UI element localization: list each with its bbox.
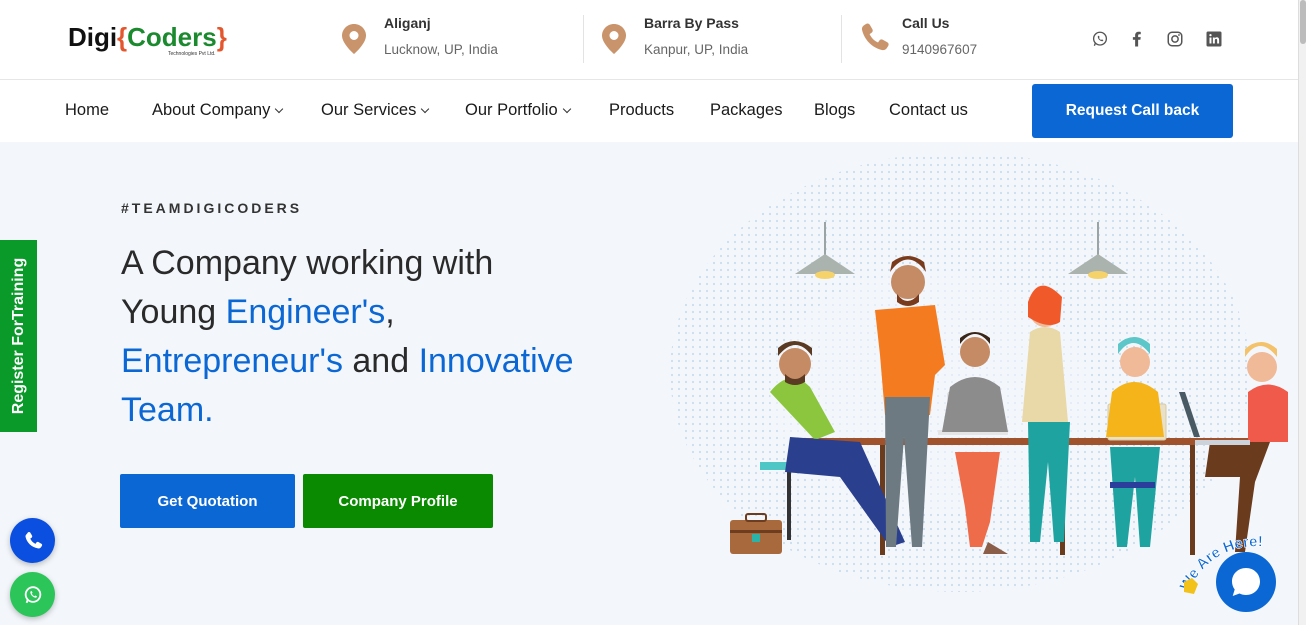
location-pin-icon bbox=[602, 24, 626, 54]
nav-about-company[interactable]: About Company bbox=[152, 101, 284, 120]
nav-home[interactable]: Home bbox=[65, 101, 109, 120]
headline-text: , bbox=[385, 293, 395, 331]
headline-line-1: A Company working with bbox=[121, 244, 494, 282]
hero-tagline: #TEAMDIGICODERS bbox=[121, 200, 303, 216]
chat-widget-button[interactable] bbox=[1216, 552, 1276, 612]
nav-label: Our Portfolio bbox=[465, 101, 558, 119]
contact-title: Barra By Pass bbox=[644, 15, 739, 31]
headline-highlight: Engineer's bbox=[225, 293, 386, 331]
instagram-icon[interactable] bbox=[1166, 30, 1184, 48]
chevron-down-icon bbox=[421, 104, 430, 114]
chat-bubble-icon bbox=[1232, 568, 1260, 596]
linkedin-icon[interactable] bbox=[1205, 30, 1223, 48]
headline-text: Young bbox=[121, 293, 226, 331]
phone-icon bbox=[861, 23, 889, 51]
contact-title: Aliganj bbox=[384, 15, 431, 31]
logo-tagline: Technologies Pvt Ltd. bbox=[168, 51, 216, 57]
headline-highlight: Entrepreneur's bbox=[121, 342, 343, 380]
nav-label: Our Services bbox=[321, 101, 417, 119]
headline-line-2: Young Engineer's, bbox=[121, 288, 641, 337]
chevron-down-icon bbox=[562, 104, 571, 114]
whatsapp-icon bbox=[24, 585, 41, 603]
headline-line-4: Team. bbox=[121, 391, 214, 429]
whatsapp-fab[interactable] bbox=[10, 572, 55, 617]
logo-digi: Digi bbox=[68, 22, 118, 52]
contact-title: Call Us bbox=[902, 15, 950, 31]
divider bbox=[841, 15, 842, 63]
headline-line-3: Entrepreneur's and Innovative bbox=[121, 337, 641, 386]
phone-icon bbox=[24, 531, 42, 549]
top-header: Digi {Coders} Technologies Pvt Ltd. Alig… bbox=[0, 0, 1298, 80]
logo-brace-close: } bbox=[216, 22, 227, 52]
phone-fab[interactable] bbox=[10, 518, 55, 563]
logo-coders-text: Coders bbox=[127, 22, 217, 52]
facebook-icon[interactable] bbox=[1128, 30, 1146, 48]
contact-subtitle: Lucknow, UP, India bbox=[384, 42, 498, 57]
logo-brace-open: { bbox=[117, 22, 128, 52]
nav-packages[interactable]: Packages bbox=[710, 101, 782, 120]
company-profile-button[interactable]: Company Profile bbox=[303, 474, 493, 528]
nav-label: About Company bbox=[152, 101, 271, 119]
register-label: Register ForTraining bbox=[9, 257, 27, 415]
chevron-down-icon bbox=[275, 104, 284, 114]
nav-contact-us[interactable]: Contact us bbox=[889, 101, 968, 120]
register-for-training-tab[interactable]: Register ForTraining bbox=[0, 240, 37, 432]
headline-highlight: Innovative bbox=[418, 342, 574, 380]
scrollbar[interactable] bbox=[1298, 0, 1306, 625]
headline-text: and bbox=[342, 342, 419, 380]
nav-blogs[interactable]: Blogs bbox=[814, 101, 855, 120]
location-pin-icon bbox=[342, 24, 366, 54]
get-quotation-button[interactable]: Get Quotation bbox=[120, 474, 295, 528]
request-call-back-button[interactable]: Request Call back bbox=[1032, 84, 1233, 138]
divider bbox=[583, 15, 584, 63]
whatsapp-icon[interactable] bbox=[1091, 30, 1109, 48]
contact-subtitle: Kanpur, UP, India bbox=[644, 42, 749, 57]
scrollbar-thumb[interactable] bbox=[1300, 0, 1306, 44]
logo-coders: {Coders} bbox=[117, 22, 227, 53]
logo[interactable]: Digi {Coders} Technologies Pvt Ltd. bbox=[68, 20, 228, 60]
nav-products[interactable]: Products bbox=[609, 101, 674, 120]
hero-headline: A Company working with Young Engineer's,… bbox=[121, 239, 641, 435]
hero-section: #TEAMDIGICODERS A Company working with Y… bbox=[0, 142, 1298, 625]
nav-our-services[interactable]: Our Services bbox=[321, 101, 430, 120]
contact-phone[interactable]: 9140967607 bbox=[902, 42, 977, 57]
nav-our-portfolio[interactable]: Our Portfolio bbox=[465, 101, 571, 120]
